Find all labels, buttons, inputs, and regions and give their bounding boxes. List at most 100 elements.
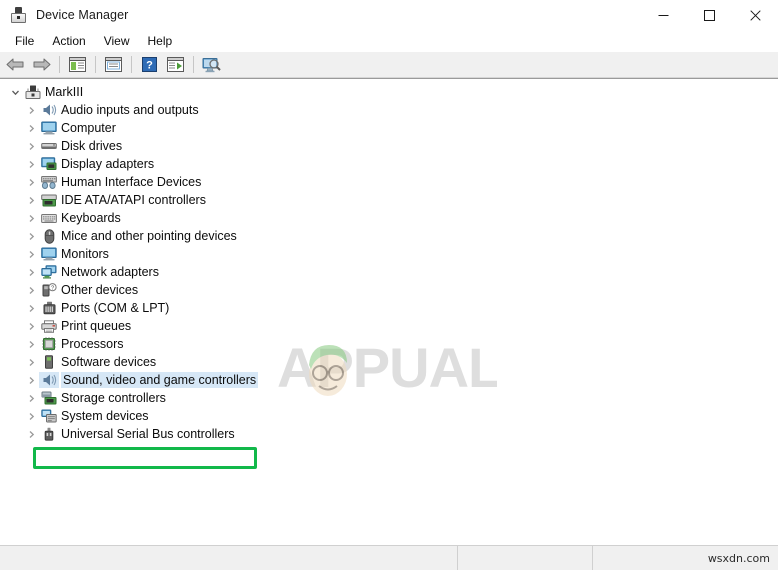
- device-manager-icon: [10, 6, 27, 24]
- tree-item-system-devices[interactable]: System devices: [0, 407, 778, 425]
- other-device-icon: ?: [39, 282, 59, 298]
- window-title: Device Manager: [36, 8, 129, 22]
- tree-item-label: Human Interface Devices: [61, 175, 202, 189]
- update-driver-button[interactable]: [163, 53, 188, 76]
- show-hide-console-tree-button[interactable]: [65, 53, 90, 76]
- tree-item-label: Sound, video and game controllers: [61, 372, 259, 388]
- display-adapter-icon: [39, 156, 59, 172]
- tree-item-audio-inputs-and-outputs[interactable]: Audio inputs and outputs: [0, 101, 778, 119]
- close-button[interactable]: [732, 0, 778, 30]
- chevron-right-icon[interactable]: [24, 178, 39, 187]
- mouse-icon: [39, 228, 59, 244]
- chevron-right-icon[interactable]: [24, 394, 39, 403]
- title-bar-left: Device Manager: [0, 6, 129, 24]
- menu-help[interactable]: Help: [139, 32, 182, 50]
- chevron-right-icon[interactable]: [24, 358, 39, 367]
- toolbar-separator: [193, 56, 194, 73]
- tree-item-print-queues[interactable]: Print queues: [0, 317, 778, 335]
- menu-file[interactable]: File: [6, 32, 43, 50]
- toolbar-separator: [59, 56, 60, 73]
- chevron-right-icon[interactable]: [24, 322, 39, 331]
- tree-view-panel[interactable]: APPUALS: [0, 78, 778, 545]
- back-button[interactable]: [3, 53, 28, 76]
- tree-item-network-adapters[interactable]: Network adapters: [0, 263, 778, 281]
- tree-item-human-interface-devices[interactable]: Human Interface Devices: [0, 173, 778, 191]
- tree-item-label: Print queues: [61, 319, 132, 333]
- hid-icon: [39, 174, 59, 190]
- chevron-right-icon[interactable]: [24, 214, 39, 223]
- tree-item-storage-controllers[interactable]: Storage controllers: [0, 389, 778, 407]
- network-adapter-icon: [39, 264, 59, 280]
- tree-item-label: Network adapters: [61, 265, 159, 279]
- tree-item-ports-com-lpt[interactable]: Ports (COM & LPT): [0, 299, 778, 317]
- tree-item-disk-drives[interactable]: Disk drives: [0, 137, 778, 155]
- monitor-icon: [39, 120, 59, 136]
- chevron-right-icon[interactable]: [24, 232, 39, 241]
- menu-bar: File Action View Help: [0, 30, 778, 52]
- tree-item-label: Mice and other pointing devices: [61, 229, 237, 243]
- processor-icon: [39, 336, 59, 352]
- tree-item-monitors[interactable]: Monitors: [0, 245, 778, 263]
- tree-root-label: MarkIII: [45, 85, 84, 99]
- maximize-button[interactable]: [686, 0, 732, 30]
- help-question-icon: ?: [142, 57, 157, 72]
- chevron-right-icon[interactable]: [24, 412, 39, 421]
- console-tree-icon: [69, 57, 86, 72]
- tree-item-mice-and-other-pointing-devices[interactable]: Mice and other pointing devices: [0, 227, 778, 245]
- chevron-right-icon[interactable]: [24, 160, 39, 169]
- ide-controller-icon: [39, 192, 59, 208]
- chevron-down-icon[interactable]: [8, 88, 23, 97]
- tree-item-computer[interactable]: Computer: [0, 119, 778, 137]
- tree-item-label: Processors: [61, 337, 124, 351]
- speaker-icon: [39, 102, 59, 118]
- toolbar-separator: [131, 56, 132, 73]
- tree-item-other-devices[interactable]: ? Other devices: [0, 281, 778, 299]
- forward-button[interactable]: [29, 53, 54, 76]
- chevron-right-icon[interactable]: [24, 124, 39, 133]
- tree-item-display-adapters[interactable]: Display adapters: [0, 155, 778, 173]
- tree-item-keyboards[interactable]: Keyboards: [0, 209, 778, 227]
- tree-item-processors[interactable]: Processors: [0, 335, 778, 353]
- svg-text:?: ?: [50, 285, 53, 291]
- tree-item-label: Computer: [61, 121, 116, 135]
- chevron-right-icon[interactable]: [24, 430, 39, 439]
- tree-item-label: IDE ATA/ATAPI controllers: [61, 193, 206, 207]
- tree-item-software-devices[interactable]: Software devices: [0, 353, 778, 371]
- menu-action[interactable]: Action: [43, 32, 94, 50]
- tree-item-label: Disk drives: [61, 139, 123, 153]
- chevron-right-icon[interactable]: [24, 106, 39, 115]
- tree-item-ide-ata-atapi-controllers[interactable]: IDE ATA/ATAPI controllers: [0, 191, 778, 209]
- properties-button[interactable]: [101, 53, 126, 76]
- menu-view[interactable]: View: [95, 32, 139, 50]
- device-manager-window: Device Manager File Action View Help ? A…: [0, 0, 778, 570]
- tree-item-universal-serial-bus-controllers[interactable]: Universal Serial Bus controllers: [0, 425, 778, 443]
- speaker-icon: [39, 372, 59, 388]
- scan-monitor-icon: [202, 57, 221, 72]
- minimize-button[interactable]: [640, 0, 686, 30]
- chevron-right-icon[interactable]: [24, 250, 39, 259]
- tree-item-label: Monitors: [61, 247, 109, 261]
- system-device-icon: [39, 408, 59, 424]
- tree-item-sound-video-and-game-controllers[interactable]: Sound, video and game controllers: [0, 371, 778, 389]
- disk-drive-icon: [39, 138, 59, 154]
- tree-item-label: Other devices: [61, 283, 139, 297]
- storage-controller-icon: [39, 390, 59, 406]
- scan-hardware-changes-button[interactable]: [199, 53, 224, 76]
- status-bar-main: [0, 546, 458, 570]
- chevron-right-icon[interactable]: [24, 268, 39, 277]
- chevron-right-icon[interactable]: [24, 142, 39, 151]
- chevron-right-icon[interactable]: [24, 196, 39, 205]
- chevron-right-icon[interactable]: [24, 286, 39, 295]
- help-button[interactable]: ?: [137, 53, 162, 76]
- chevron-right-icon[interactable]: [24, 304, 39, 313]
- tree-item-label: Universal Serial Bus controllers: [61, 427, 235, 441]
- tree-item-label: Display adapters: [61, 157, 155, 171]
- minimize-icon: [658, 14, 668, 16]
- close-icon: [749, 9, 761, 21]
- keyboard-icon: [39, 210, 59, 226]
- chevron-right-icon[interactable]: [24, 376, 39, 385]
- tree-root-item[interactable]: MarkIII: [0, 83, 778, 101]
- tree-item-label: Storage controllers: [61, 391, 166, 405]
- chevron-right-icon[interactable]: [24, 340, 39, 349]
- tree-item-label: Audio inputs and outputs: [61, 103, 199, 117]
